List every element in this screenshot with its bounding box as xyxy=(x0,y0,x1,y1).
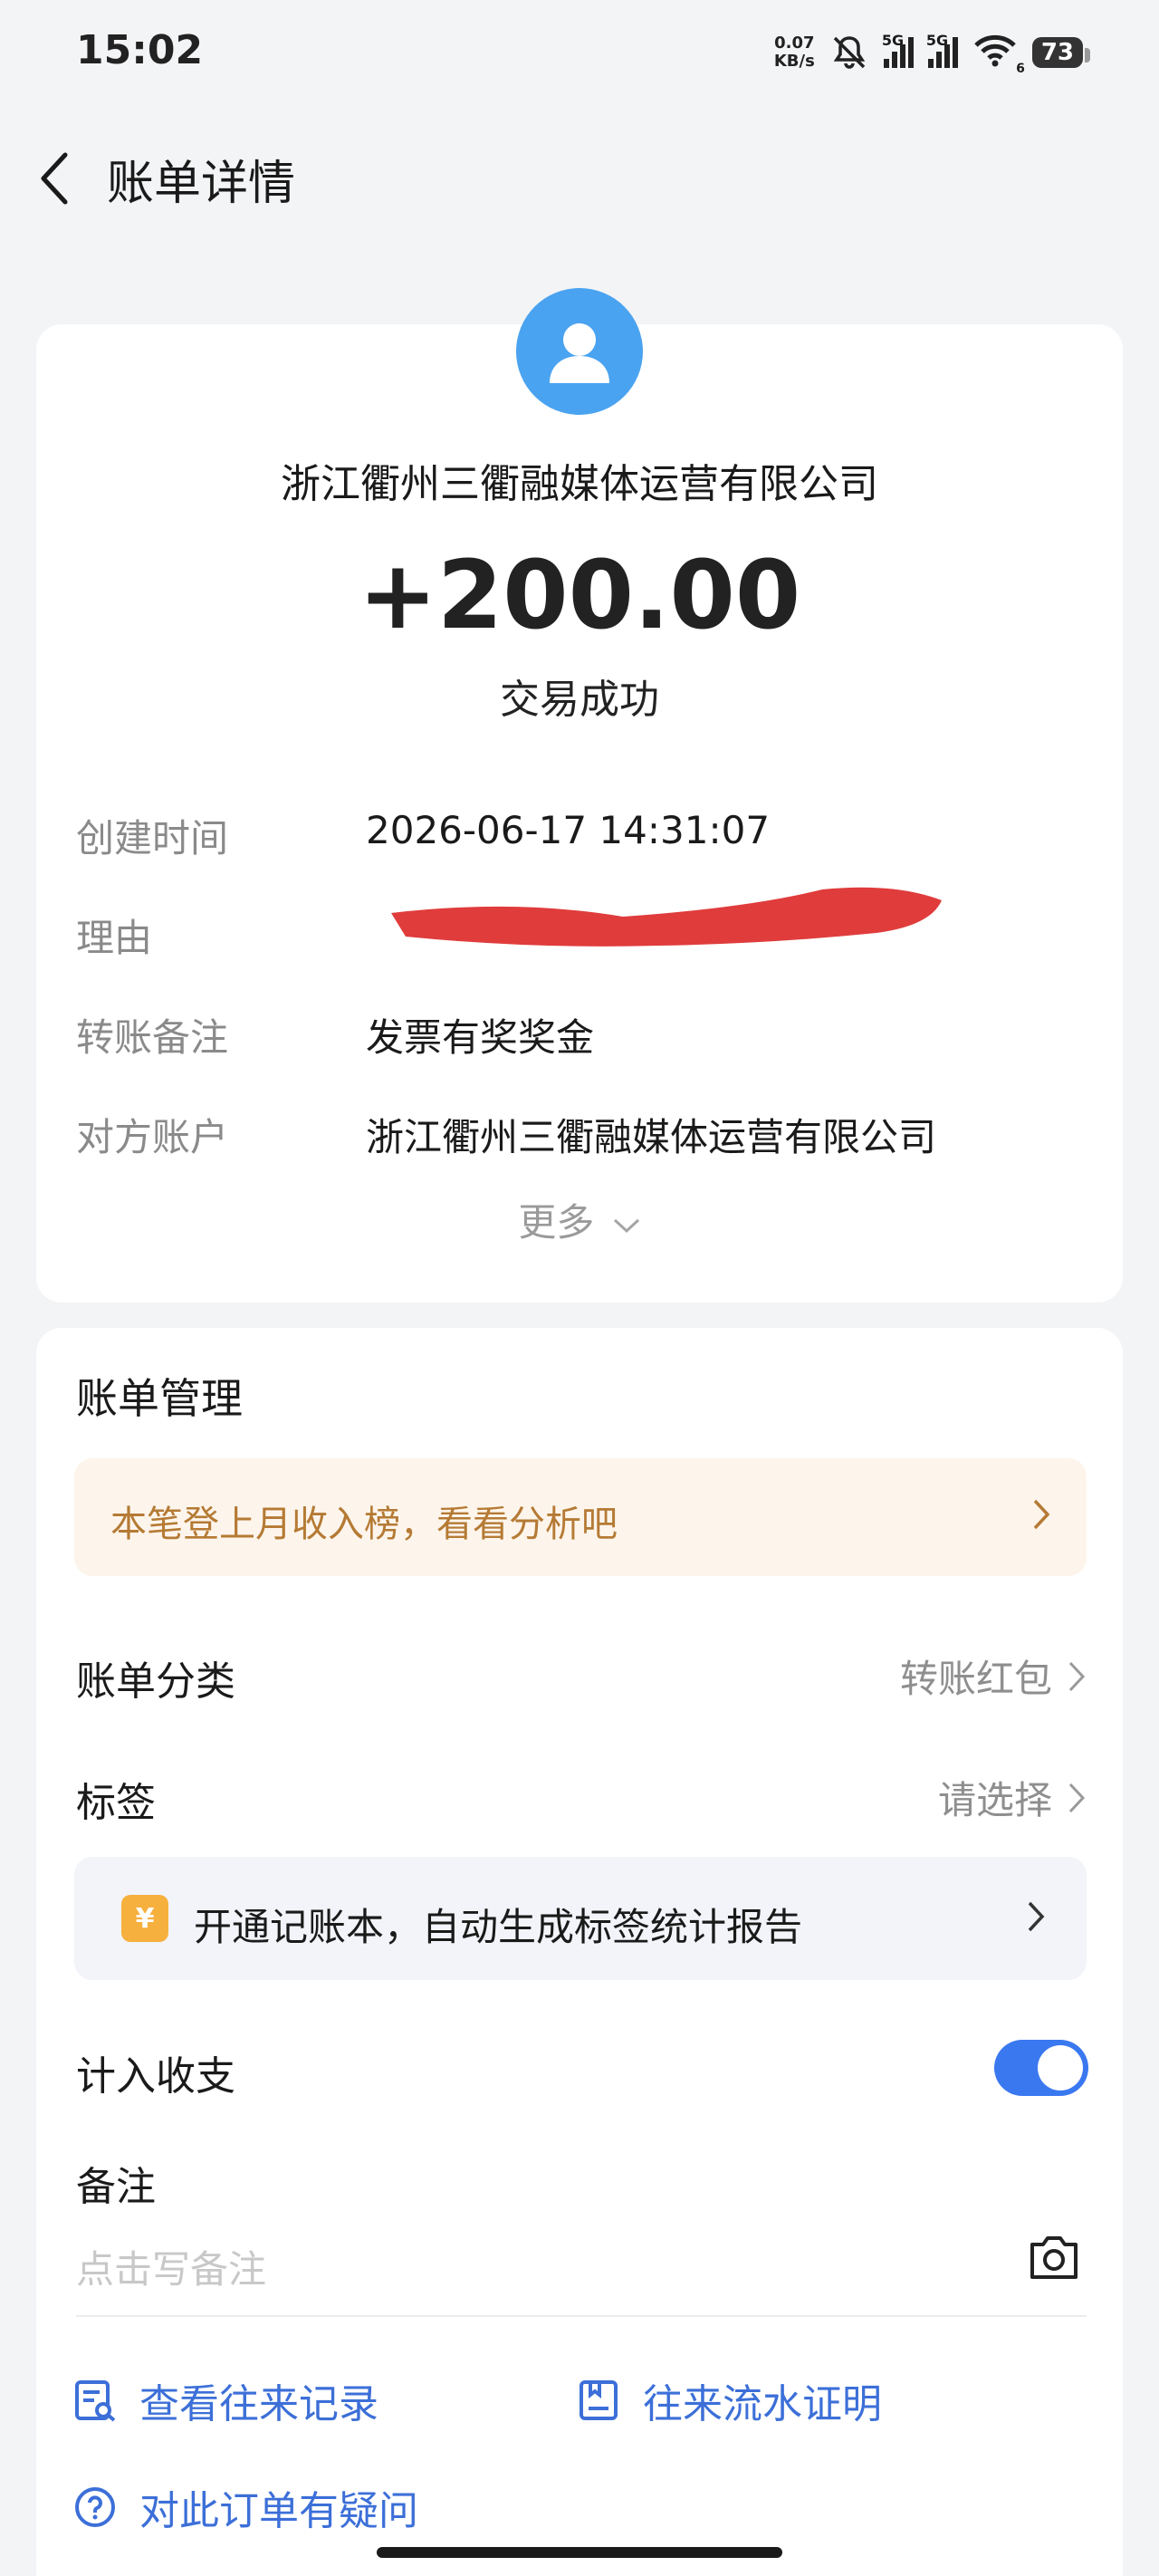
user-avatar-icon xyxy=(516,288,643,415)
bill-management-title: 账单管理 xyxy=(76,1374,243,1423)
network-speed: 0.07 KB/s xyxy=(773,34,815,71)
page-title: 账单详情 xyxy=(107,157,296,211)
view-records-link[interactable]: 查看往来记录 xyxy=(72,2371,378,2429)
home-indicator[interactable] xyxy=(377,2547,782,2558)
ledger-icon: ¥ xyxy=(121,1895,168,1942)
mute-icon xyxy=(833,36,866,69)
promo-text: 本笔登上月收入榜，看看分析吧 xyxy=(110,1504,618,1545)
transfer-note-value: 发票有奖奖金 xyxy=(366,1015,595,1060)
ledger-promo-banner[interactable]: ¥ 开通记账本，自动生成标签统计报告 xyxy=(74,1857,1087,1980)
chevron-right-icon xyxy=(1068,1661,1086,1691)
toggle-knob xyxy=(1038,2045,1083,2091)
wifi-icon: 6 xyxy=(972,33,1025,76)
chevron-right-icon xyxy=(1028,1901,1045,1932)
remark-label: 备注 xyxy=(76,2164,156,2210)
order-question-link[interactable]: 对此订单有疑问 xyxy=(72,2478,418,2536)
chevron-down-icon xyxy=(613,1218,639,1233)
counterparty-label: 对方账户 xyxy=(76,1115,229,1159)
income-toggle[interactable] xyxy=(994,2040,1088,2096)
battery-indicator: 73 xyxy=(1031,37,1091,68)
signal-2-icon: 5G xyxy=(926,32,958,68)
transaction-status: 交易成功 xyxy=(500,677,659,723)
divider xyxy=(76,2315,1087,2317)
bill-category-selector[interactable]: 转账红包 xyxy=(900,1648,1087,1704)
status-time: 15:02 xyxy=(76,27,204,73)
created-time-value: 2026-06-17 14:31:07 xyxy=(366,808,771,852)
status-indicators: 0.07 KB/s 5G 5G 6 73 xyxy=(773,27,1091,78)
bill-category-label: 账单分类 xyxy=(76,1658,235,1705)
counterparty-value: 浙江衢州三衢融媒体运营有限公司 xyxy=(366,1115,937,1159)
tag-label: 标签 xyxy=(76,1780,156,1826)
payee-name: 浙江衢州三衢融媒体运营有限公司 xyxy=(281,461,878,507)
created-time-label: 创建时间 xyxy=(76,816,229,860)
chevron-right-icon xyxy=(1068,1783,1086,1812)
income-ranking-banner[interactable]: 本笔登上月收入榜，看看分析吧 xyxy=(74,1458,1087,1576)
transaction-amount: +200.00 xyxy=(358,540,801,650)
camera-icon[interactable] xyxy=(1025,2228,1083,2286)
back-button[interactable] xyxy=(27,147,81,210)
chevron-right-icon xyxy=(1033,1499,1050,1530)
chevron-left-icon xyxy=(41,152,68,205)
reason-label: 理由 xyxy=(76,916,153,960)
signal-1-icon: 5G xyxy=(882,32,914,68)
help-circle-icon xyxy=(75,2487,115,2527)
tag-selector[interactable]: 请选择 xyxy=(938,1770,1087,1825)
ledger-promo-text: 开通记账本，自动生成标签统计报告 xyxy=(194,1905,803,1949)
transfer-note-label: 转账备注 xyxy=(76,1015,229,1060)
income-toggle-label: 计入收支 xyxy=(76,2053,235,2100)
records-icon xyxy=(75,2380,116,2422)
transaction-proof-link[interactable]: 往来流水证明 xyxy=(576,2371,882,2429)
more-details-button[interactable]: 更多 xyxy=(0,1192,1159,1247)
proof-document-icon xyxy=(580,2380,618,2420)
remark-input[interactable]: 点击写备注 xyxy=(76,2239,266,2294)
redaction-mark xyxy=(391,887,942,947)
